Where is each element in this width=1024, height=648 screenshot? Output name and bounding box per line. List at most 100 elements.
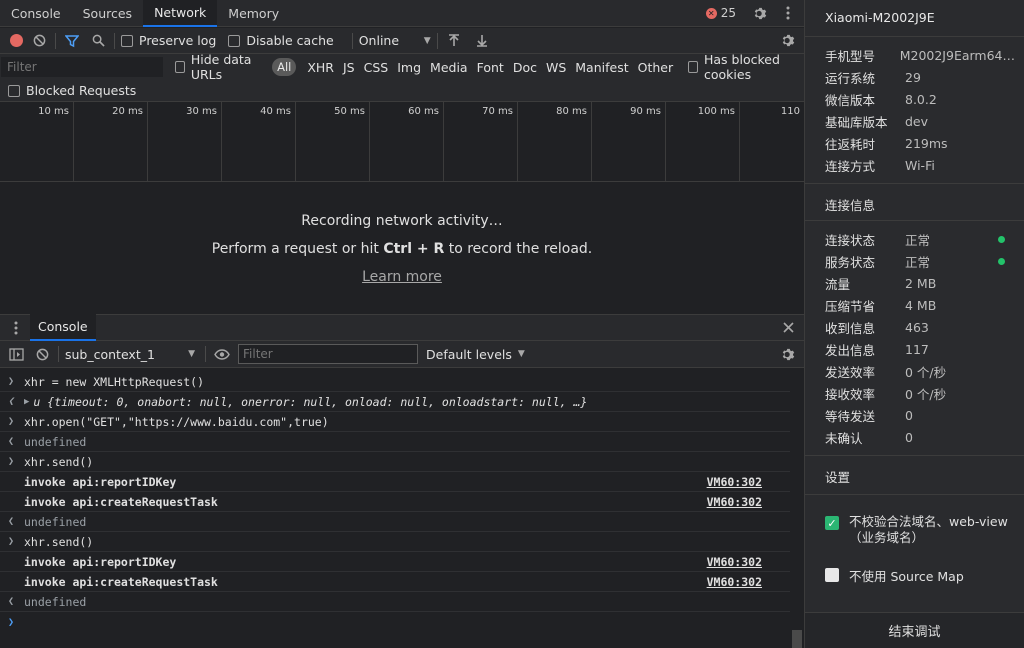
filter-type-font[interactable]: Font — [477, 60, 504, 75]
conn-key: 等待发送 — [825, 408, 876, 424]
hide-data-urls-label: Hide data URLs — [190, 52, 252, 82]
network-filter-bar: Hide data URLs All XHR JS CSS Img Media … — [0, 52, 804, 82]
filter-type-manifest[interactable]: Manifest — [575, 60, 628, 75]
blocked-requests-bar: Blocked Requests — [0, 80, 804, 102]
filter-type-other[interactable]: Other — [638, 60, 674, 75]
timeline-tick: 50 ms — [296, 102, 370, 182]
skip-domain-check-setting[interactable]: ✓ 不校验合法域名、web-view（业务域名） — [825, 514, 1015, 546]
end-debug-button[interactable]: 结束调试 — [805, 612, 1024, 648]
drawer-tab-console[interactable]: Console — [30, 314, 96, 341]
input-prompt-icon: ❯ — [8, 616, 15, 628]
console-input-line[interactable]: ❯ xhr.send() — [0, 532, 790, 552]
network-toolbar: Preserve log Disable cache Online ▼ — [0, 28, 804, 54]
checkbox-box[interactable] — [121, 34, 133, 47]
info-row: 运行系统 29 — [825, 66, 1015, 88]
filter-type-xhr[interactable]: XHR — [307, 60, 334, 75]
info-key: 运行系统 — [825, 70, 876, 86]
console-result-line[interactable]: ❮ ▶ u {timeout: 0, onabort: null, onerror:… — [0, 392, 790, 412]
console-log-line[interactable]: invoke api:reportIDKey VM60:302 — [0, 472, 790, 492]
remote-debug-panel: Xiaomi-M2002J9E 手机型号 M2002J9Earm64… 运行系统 2… — [804, 0, 1024, 648]
input-prompt-icon: ❯ — [8, 416, 15, 427]
console-input-line[interactable]: ❯ xhr.send() — [0, 452, 790, 472]
filter-type-all[interactable]: All — [272, 58, 297, 76]
filter-type-ws[interactable]: WS — [546, 60, 566, 75]
info-row: 往返耗时 219ms — [825, 132, 1015, 154]
network-timeline-overview[interactable]: 10 ms 20 ms 30 ms 40 ms 50 ms 60 ms 70 m… — [0, 102, 804, 182]
close-drawer-icon[interactable] — [778, 318, 798, 338]
console-output[interactable]: ❯ xhr = new XMLHttpRequest() ❮ ▶ u {timeout… — [0, 372, 790, 648]
clear-icon[interactable] — [29, 31, 49, 51]
clear-console-icon[interactable] — [32, 344, 52, 364]
filter-type-css[interactable]: CSS — [364, 60, 389, 75]
source-link[interactable]: VM60:302 — [707, 555, 762, 569]
filter-type-doc[interactable]: Doc — [513, 60, 537, 75]
checkbox-box[interactable] — [688, 61, 698, 73]
error-count-badge[interactable]: ✕ 25 — [705, 6, 736, 20]
console-input-line[interactable]: ❯ xhr = new XMLHttpRequest() — [0, 372, 790, 392]
disable-source-map-setting[interactable]: 不使用 Source Map — [825, 566, 1015, 585]
recording-message: Recording network activity… — [301, 213, 503, 229]
drawer-menu-icon[interactable] — [6, 318, 26, 338]
checkbox-box[interactable] — [8, 84, 20, 97]
console-text: xhr.open("GET","https://www.baidu.com",t… — [24, 414, 329, 429]
conn-row: 等待发送 0 — [825, 404, 1015, 426]
import-har-icon[interactable] — [444, 31, 464, 51]
console-prompt[interactable]: ❯ — [0, 612, 790, 632]
console-log-line[interactable]: invoke api:createRequestTask VM60:302 — [0, 572, 790, 592]
console-log-line[interactable]: invoke api:createRequestTask VM60:302 — [0, 492, 790, 512]
export-har-icon[interactable] — [472, 31, 492, 51]
record-button[interactable] — [10, 34, 23, 47]
checkbox-box[interactable] — [175, 61, 185, 73]
info-key: 微信版本 — [825, 92, 876, 108]
timeline-tick: 70 ms — [444, 102, 518, 182]
console-scrollbar[interactable] — [790, 372, 804, 648]
blocked-requests-checkbox[interactable]: Blocked Requests — [8, 83, 136, 98]
console-result-line[interactable]: ❮ undefined — [0, 592, 790, 612]
console-log-line[interactable]: invoke api:reportIDKey VM60:302 — [0, 552, 790, 572]
expand-triangle-icon[interactable]: ▶ — [24, 397, 29, 407]
scrollbar-thumb[interactable] — [792, 630, 802, 648]
filter-type-js[interactable]: JS — [343, 60, 355, 75]
context-select[interactable]: sub_context_1 ▼ — [65, 347, 199, 362]
console-settings-gear-icon[interactable] — [778, 344, 798, 364]
console-result-line[interactable]: ❮ undefined — [0, 512, 790, 532]
console-filter-input[interactable] — [238, 344, 418, 364]
tab-sources[interactable]: Sources — [72, 0, 143, 27]
toolbar-divider — [436, 32, 438, 49]
filter-icon[interactable] — [62, 31, 82, 51]
log-levels-select[interactable]: Default levels ▼ — [426, 347, 525, 362]
hide-data-urls-checkbox[interactable]: Hide data URLs — [175, 52, 266, 82]
has-blocked-cookies-checkbox[interactable]: Has blocked cookies — [688, 52, 804, 82]
filter-type-media[interactable]: Media — [430, 60, 468, 75]
console-text: undefined — [24, 594, 87, 609]
source-link[interactable]: VM60:302 — [707, 475, 762, 489]
sidebar-toggle-icon[interactable] — [6, 344, 26, 364]
unchecked-checkbox-icon[interactable] — [825, 568, 839, 582]
skip-domain-check-label: 不校验合法域名、web-view（业务域名） — [849, 514, 1008, 545]
checkbox-box[interactable] — [228, 34, 241, 47]
throttling-select[interactable]: Online ▼ — [359, 33, 431, 48]
gear-icon[interactable] — [750, 3, 770, 23]
network-settings-gear-icon[interactable] — [778, 31, 798, 51]
source-link[interactable]: VM60:302 — [707, 575, 762, 589]
more-menu-icon[interactable] — [778, 3, 798, 23]
tab-network[interactable]: Network — [143, 0, 218, 27]
status-ok-dot — [998, 235, 1005, 243]
live-expression-eye-icon[interactable] — [212, 344, 232, 364]
console-input-line[interactable]: ❯ xhr.open("GET","https://www.baidu.com",… — [0, 412, 790, 432]
timeline-tick-label: 70 ms — [482, 106, 513, 117]
network-filter-input[interactable] — [1, 57, 163, 77]
source-link[interactable]: VM60:302 — [707, 495, 762, 509]
tab-memory[interactable]: Memory — [217, 0, 290, 27]
timeline-tick-label: 60 ms — [408, 106, 439, 117]
console-result-line[interactable]: ❮ undefined — [0, 432, 790, 452]
checked-checkbox-icon[interactable]: ✓ — [825, 516, 839, 530]
disable-cache-checkbox[interactable]: Disable cache — [228, 33, 334, 48]
preserve-log-checkbox[interactable]: Preserve log — [121, 33, 216, 48]
filter-type-img[interactable]: Img — [397, 60, 421, 75]
connection-info-title: 连接信息 — [825, 198, 876, 213]
tab-console[interactable]: Console — [0, 0, 72, 27]
divider — [805, 36, 1024, 37]
search-icon[interactable] — [88, 31, 108, 51]
learn-more-link[interactable]: Learn more — [362, 269, 442, 285]
